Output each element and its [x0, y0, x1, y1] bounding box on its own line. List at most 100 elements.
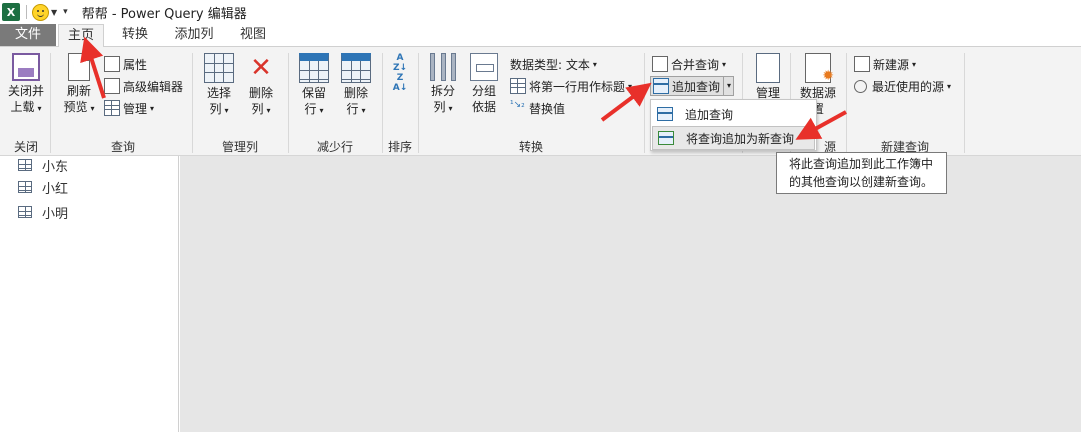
- queries-pane: 小东 小红 小明: [0, 156, 179, 432]
- remove-rows-label-1: 删除: [343, 86, 368, 100]
- group-by-label-1: 分组: [471, 84, 496, 98]
- remove-rows-icon: [341, 53, 371, 83]
- tooltip-line-2: 的其他查询以创建新查询。: [789, 175, 934, 189]
- group-divider: [192, 53, 193, 153]
- group-divider: [846, 53, 847, 153]
- keep-rows-button[interactable]: 保留 行 ▾: [296, 53, 332, 119]
- excel-icon[interactable]: X: [2, 3, 20, 21]
- group-label-sort: 排序: [387, 140, 412, 154]
- split-column-icon: [430, 53, 456, 81]
- data-source-settings-icon: ✹: [805, 53, 834, 84]
- query-item[interactable]: 小东: [18, 155, 68, 175]
- remove-columns-icon: ✕: [250, 53, 272, 83]
- remove-columns-label-2: 列 ▾: [251, 102, 271, 116]
- manage-parameters-button[interactable]: 管理: [750, 53, 786, 101]
- split-column-button[interactable]: 拆分 列 ▾: [426, 53, 460, 117]
- append-queries-label: 追加查询: [672, 79, 721, 94]
- use-first-row-headers-button[interactable]: 将第一行用作标题 ▾: [510, 76, 632, 96]
- menu-item-label: 将查询追加为新查询: [686, 131, 795, 146]
- tab-add-column[interactable]: 添加列: [166, 24, 222, 46]
- keep-rows-icon: [299, 53, 329, 83]
- tooltip-line-1: 将此查询追加到此工作簿中: [789, 157, 934, 171]
- ribbon: 关闭并 上载 ▾ 关闭 刷新 预览 ▾ 属性 高级编辑器 管理 ▾ 查询 选择 列 ▾ …: [0, 46, 1081, 156]
- close-load-icon: [12, 53, 40, 81]
- keep-rows-label-2: 行 ▾: [304, 102, 324, 116]
- menu-item-label: 追加查询: [685, 107, 734, 122]
- new-source-label: 新建源: [873, 57, 910, 72]
- properties-label: 属性: [123, 57, 148, 72]
- group-divider: [964, 53, 965, 153]
- query-label: 小东: [42, 159, 69, 175]
- choose-columns-button[interactable]: 选择 列 ▾: [200, 53, 238, 119]
- data-type-label: 数据类型: 文本: [510, 57, 590, 72]
- query-label: 小红: [42, 181, 69, 197]
- choose-columns-label-1: 选择: [206, 86, 231, 100]
- refresh-label-2: 预览 ▾: [63, 100, 95, 114]
- ribbon-tabs: 文件 主页 转换 添加列 视图: [0, 24, 1081, 47]
- tooltip: 将此查询追加到此工作簿中 的其他查询以创建新查询。: [776, 152, 947, 194]
- split-column-label-1: 拆分: [430, 84, 455, 98]
- tab-view[interactable]: 视图: [228, 24, 278, 46]
- table-icon: [18, 159, 32, 171]
- customize-qat-icon[interactable]: ▾: [63, 7, 68, 17]
- append-queries-button[interactable]: 追加查询 ▾: [650, 76, 735, 96]
- advanced-editor-icon: [104, 78, 120, 94]
- properties-icon: [104, 56, 120, 72]
- sort-ascending-icon: A Z↓ Z A↓: [392, 53, 408, 93]
- group-label-reduce-rows: 减少行: [316, 140, 353, 154]
- manage-icon: [104, 100, 120, 116]
- merge-queries-button[interactable]: 合并查询 ▾: [652, 54, 726, 74]
- remove-rows-label-2: 行 ▾: [346, 102, 366, 116]
- data-type-dropdown[interactable]: 数据类型: 文本 ▾: [510, 54, 597, 74]
- smiley-icon[interactable]: [32, 3, 49, 21]
- menu-item-append-as-new[interactable]: 将查询追加为新查询: [652, 126, 815, 150]
- recent-sources-icon: [854, 79, 867, 93]
- close-and-load-button[interactable]: 关闭并 上载 ▾: [4, 53, 48, 117]
- manage-label: 管理: [123, 101, 148, 116]
- replace-values-icon: ¹↘₂: [510, 100, 525, 110]
- append-as-new-icon: [658, 131, 674, 145]
- query-item[interactable]: 小明: [18, 202, 68, 222]
- append-queries-icon: [653, 78, 669, 94]
- remove-columns-button[interactable]: ✕ 删除 列 ▾: [242, 53, 280, 119]
- split-column-label-2: 列 ▾: [433, 100, 453, 114]
- tab-file[interactable]: 文件: [0, 24, 56, 46]
- merge-queries-icon: [652, 56, 668, 72]
- table-icon: [18, 206, 32, 218]
- tab-transform[interactable]: 转换: [110, 24, 160, 46]
- tab-home[interactable]: 主页: [58, 24, 104, 47]
- keep-rows-label-1: 保留: [301, 86, 326, 100]
- headers-label: 将第一行用作标题: [529, 79, 626, 94]
- remove-columns-label-1: 删除: [248, 86, 273, 100]
- append-queries-dropdown-icon[interactable]: ▾: [723, 77, 731, 95]
- group-label-close: 关闭: [13, 140, 38, 154]
- refresh-preview-button[interactable]: 刷新 预览 ▾: [58, 53, 100, 117]
- window-title: 帮帮 - Power Query 编辑器: [81, 6, 247, 22]
- divider: [26, 5, 27, 19]
- remove-rows-button[interactable]: 删除 行 ▾: [338, 53, 374, 119]
- close-load-label-1: 关闭并: [7, 84, 44, 98]
- new-source-button[interactable]: 新建源 ▾: [854, 54, 916, 74]
- advanced-editor-button[interactable]: 高级编辑器: [104, 76, 183, 96]
- group-label-manage-columns: 管理列: [221, 140, 258, 154]
- group-label-query: 查询: [110, 140, 135, 154]
- group-divider: [382, 53, 383, 153]
- manage-button[interactable]: 管理 ▾: [104, 98, 154, 118]
- refresh-icon: [68, 53, 90, 81]
- choose-columns-icon: [204, 53, 234, 83]
- group-divider: [644, 53, 645, 153]
- group-divider: [288, 53, 289, 153]
- choose-columns-label-2: 列 ▾: [209, 102, 229, 116]
- group-by-button[interactable]: 分组 依据: [466, 53, 502, 115]
- chevron-down-icon[interactable]: ▼: [51, 8, 57, 17]
- replace-values-button[interactable]: ¹↘₂ 替换值: [510, 98, 565, 118]
- group-divider: [418, 53, 419, 153]
- menu-item-append-queries[interactable]: 追加查询: [652, 102, 815, 126]
- recent-sources-button[interactable]: 最近使用的源 ▾: [854, 76, 951, 96]
- close-load-label-2: 上载 ▾: [10, 100, 42, 114]
- query-item[interactable]: 小红: [18, 177, 68, 197]
- query-label: 小明: [42, 206, 69, 222]
- manage-parameters-icon: [756, 53, 780, 83]
- properties-button[interactable]: 属性: [104, 54, 147, 74]
- sort-buttons[interactable]: A Z↓ Z A↓: [392, 53, 410, 93]
